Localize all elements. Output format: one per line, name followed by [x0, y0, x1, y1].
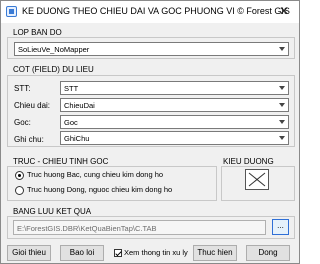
- radio-unselected-icon: [15, 185, 24, 195]
- goc-dropdown[interactable]: Goc: [60, 115, 289, 129]
- app-icon: [6, 6, 17, 17]
- window-title: KE DUONG THEO CHIEU DAI VA GOC PHUONG VI…: [22, 6, 290, 16]
- goc-label: Goc:: [14, 118, 31, 127]
- kieu-duong-label: KIEU DUONG: [223, 157, 274, 166]
- line-style-icon: [248, 172, 266, 187]
- radio-north-clockwise[interactable]: Truc huong Bac, cung chieu kim dong ho: [15, 170, 163, 180]
- radio-east-label: Truc huong Dong, nguoc chieu kim dong ho: [27, 185, 173, 194]
- line-style-picker[interactable]: [245, 169, 269, 190]
- ghi-chu-label: Ghi chu:: [14, 135, 44, 144]
- checkbox-checked-icon: [114, 249, 122, 258]
- chevron-down-icon: [277, 83, 287, 93]
- chevron-down-icon: [277, 117, 287, 127]
- layer-dropdown[interactable]: SoLieuVe_NoMapper: [14, 42, 289, 56]
- radio-north-label: Truc huong Bac, cung chieu kim dong ho: [27, 170, 164, 179]
- goc-value: Goc: [64, 118, 78, 127]
- checkbox-label: Xem thong tin xu ly: [124, 248, 188, 257]
- layer-dropdown-value: SoLieuVe_NoMapper: [18, 45, 90, 54]
- title-bar: KE DUONG THEO CHIEU DAI VA GOC PHUONG VI…: [1, 1, 299, 23]
- stt-value: STT: [64, 84, 79, 93]
- dialog-window: KE DUONG THEO CHIEU DAI VA GOC PHUONG VI…: [0, 0, 300, 264]
- cot-du-lieu-label: COT (FIELD) DU LIEU: [13, 65, 94, 74]
- lop-ban-do-label: LOP BAN DO: [13, 28, 62, 37]
- ghi-chu-value: GhiChu: [64, 134, 90, 143]
- chevron-down-icon: [277, 133, 287, 143]
- bao-loi-button[interactable]: Bao loi: [60, 245, 104, 261]
- gioi-thieu-button[interactable]: Gioi thieu: [7, 245, 51, 261]
- thuc-hien-button[interactable]: Thuc hien: [193, 245, 237, 261]
- chieu-dai-label: Chieu dai:: [14, 101, 51, 110]
- radio-selected-icon: [15, 170, 24, 180]
- chevron-down-icon: [277, 100, 287, 110]
- output-path-field[interactable]: E:\ForestGIS.DBR\KetQuaBienTap\C.TAB: [13, 220, 266, 235]
- chieu-dai-dropdown[interactable]: ChieuDai: [60, 98, 289, 112]
- radio-east-counterclockwise[interactable]: Truc huong Dong, nguoc chieu kim dong ho: [15, 185, 172, 195]
- browse-button[interactable]: ...: [272, 219, 289, 235]
- view-processing-checkbox[interactable]: Xem thong tin xu ly: [114, 248, 188, 258]
- bang-luu-label: BANG LUU KET QUA: [13, 207, 92, 216]
- dong-button[interactable]: Dong: [246, 245, 290, 261]
- close-button[interactable]: ✕: [273, 3, 295, 20]
- ghi-chu-dropdown[interactable]: GhiChu: [60, 131, 289, 145]
- chieu-dai-value: ChieuDai: [64, 101, 95, 110]
- stt-dropdown[interactable]: STT: [60, 81, 289, 95]
- chevron-down-icon: [277, 44, 287, 54]
- truc-chieu-label: TRUC - CHIEU TINH GOC: [13, 157, 109, 166]
- stt-label: STT:: [14, 84, 31, 93]
